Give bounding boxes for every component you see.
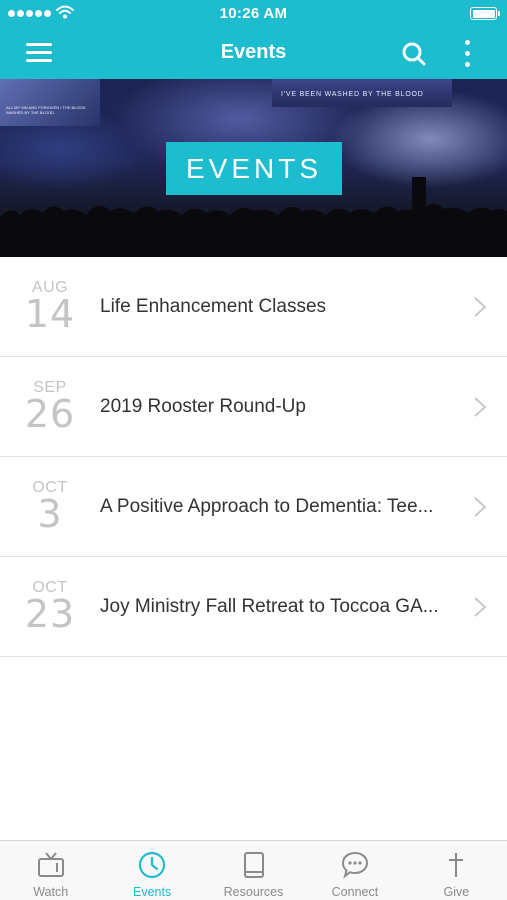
chevron-right-icon <box>474 397 487 417</box>
stage-screen-text: I'VE BEEN WASHED BY THE BLOOD <box>281 91 424 98</box>
event-date: SEP 26 <box>0 379 100 433</box>
event-day: 14 <box>24 292 76 336</box>
app-header: 10:26 AM Events <box>0 0 507 79</box>
events-banner-image: ALL MY SIN AND FORGIVEN / THE BLOOD WASH… <box>0 79 507 257</box>
tab-connect[interactable]: Connect <box>304 841 405 900</box>
tab-label: Events <box>133 885 172 899</box>
event-date: OCT 23 <box>0 579 100 633</box>
tab-label: Resources <box>223 885 284 899</box>
event-day: 23 <box>24 592 76 636</box>
status-time: 10:26 AM <box>219 5 288 22</box>
event-date: OCT 3 <box>0 479 100 533</box>
tab-watch[interactable]: Watch <box>0 841 101 900</box>
clock-icon <box>139 851 166 879</box>
stage-screen-left <box>0 79 100 126</box>
battery-icon <box>470 7 500 20</box>
tab-label: Watch <box>33 885 69 899</box>
event-title: Joy Ministry Fall Retreat to Toccoa GA..… <box>100 596 439 617</box>
chat-icon <box>341 851 368 879</box>
more-options-icon[interactable] <box>456 36 480 72</box>
nav-bar: Events <box>0 28 507 79</box>
tab-events[interactable]: Events <box>101 841 202 900</box>
tab-give[interactable]: Give <box>406 841 507 900</box>
event-row[interactable]: SEP 26 2019 Rooster Round-Up <box>0 357 507 457</box>
event-row[interactable]: AUG 14 Life Enhancement Classes <box>0 257 507 357</box>
event-title: 2019 Rooster Round-Up <box>100 396 306 417</box>
book-icon <box>243 852 264 878</box>
chevron-right-icon <box>474 597 487 617</box>
event-date: AUG 14 <box>0 279 100 333</box>
tab-bar: Watch Events Resources Connect Give <box>0 840 507 900</box>
event-day: 3 <box>37 492 63 536</box>
event-row[interactable]: OCT 3 A Positive Approach to Dementia: T… <box>0 457 507 557</box>
events-banner-label: EVENTS <box>166 142 342 195</box>
chevron-right-icon <box>474 497 487 517</box>
stage-screen-left-text: ALL MY SIN AND FORGIVEN / THE BLOOD WASH… <box>6 105 86 115</box>
tv-icon <box>37 852 64 877</box>
cross-icon <box>449 853 464 877</box>
chevron-right-icon <box>474 297 487 317</box>
page-title: Events <box>220 41 287 63</box>
tab-resources[interactable]: Resources <box>203 841 304 900</box>
status-bar: 10:26 AM <box>0 0 507 28</box>
events-list: AUG 14 Life Enhancement Classes SEP 26 2… <box>0 257 507 657</box>
event-row[interactable]: OCT 23 Joy Ministry Fall Retreat to Tocc… <box>0 557 507 657</box>
tab-label: Connect <box>331 885 379 899</box>
event-title: A Positive Approach to Dementia: Tee... <box>100 496 434 517</box>
event-day: 26 <box>24 392 76 436</box>
event-title: Life Enhancement Classes <box>100 296 327 317</box>
tab-label: Give <box>443 885 470 899</box>
search-icon[interactable] <box>398 38 430 70</box>
